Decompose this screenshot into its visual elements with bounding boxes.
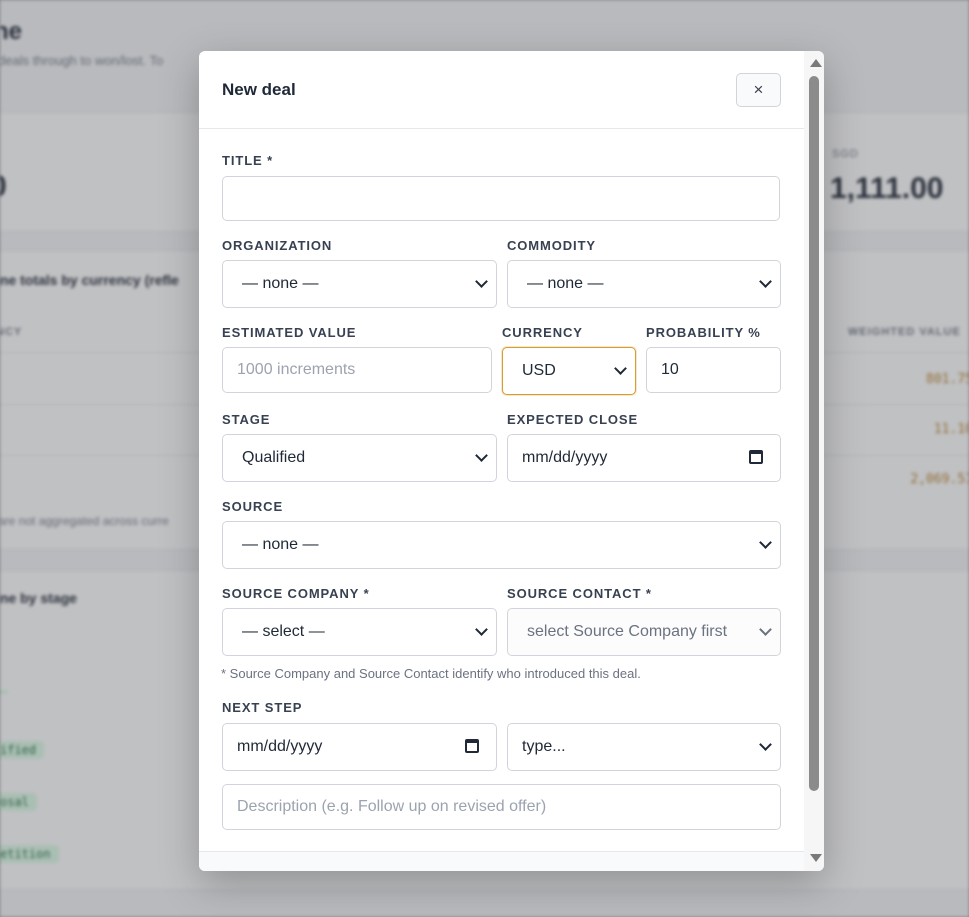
chevron-down-icon — [759, 623, 772, 636]
commodity-label: COMMODITY — [507, 238, 596, 253]
next-step-type-select[interactable]: type... — [507, 723, 781, 771]
next-step-date-input[interactable]: mm/dd/yyyy — [222, 723, 497, 771]
organization-label: ORGANIZATION — [222, 238, 333, 253]
title-label: TITLE * — [222, 153, 274, 168]
source-company-label: SOURCE COMPANY * — [222, 586, 370, 601]
calendar-icon[interactable] — [465, 739, 479, 753]
chevron-down-icon — [759, 275, 772, 288]
estimated-value-input[interactable]: 1000 increments — [222, 347, 492, 393]
expected-close-input[interactable]: mm/dd/yyyy — [507, 434, 781, 482]
currency-select-value: USD — [522, 362, 556, 379]
source-contact-select-value: select Source Company first — [527, 623, 728, 640]
source-hint: * Source Company and Source Contact iden… — [221, 666, 641, 681]
next-step-label: NEXT STEP — [222, 700, 303, 715]
source-select-value: — none — — [242, 536, 319, 553]
modal-footer-edge — [199, 851, 804, 871]
modal-scrollbar[interactable] — [804, 51, 824, 871]
expected-close-placeholder: mm/dd/yyyy — [522, 449, 608, 466]
estimated-value-label: ESTIMATED VALUE — [222, 325, 357, 340]
source-contact-select[interactable]: select Source Company first — [507, 608, 781, 656]
currency-select[interactable]: USD — [502, 347, 636, 395]
commodity-select[interactable]: — none — — [507, 260, 781, 308]
new-deal-modal: New deal × TITLE * ORGANIZATION — none —… — [199, 51, 824, 871]
next-step-date-placeholder: mm/dd/yyyy — [237, 738, 323, 755]
calendar-icon[interactable] — [749, 450, 763, 464]
chevron-down-icon — [475, 449, 488, 462]
title-input[interactable] — [222, 176, 780, 221]
modal-header: New deal × — [199, 51, 804, 129]
currency-label: CURRENCY — [502, 325, 583, 340]
expected-close-label: EXPECTED CLOSE — [507, 412, 639, 427]
modal-title: New deal — [222, 80, 296, 99]
source-company-select[interactable]: — select — — [222, 608, 497, 656]
source-label: SOURCE — [222, 499, 284, 514]
organization-select[interactable]: — none — — [222, 260, 497, 308]
chevron-down-icon — [759, 536, 772, 549]
next-step-description-input[interactable]: Description (e.g. Follow up on revised o… — [222, 784, 781, 830]
organization-select-value: — none — — [242, 275, 319, 292]
source-company-select-value: — select — — [242, 623, 325, 640]
chevron-down-icon — [759, 738, 772, 751]
probability-input-value: 10 — [661, 361, 679, 378]
estimated-value-placeholder: 1000 increments — [237, 361, 356, 378]
chevron-down-icon — [475, 623, 488, 636]
chevron-down-icon — [614, 362, 627, 375]
scrollbar-thumb[interactable] — [809, 76, 819, 791]
next-step-description-placeholder: Description (e.g. Follow up on revised o… — [237, 798, 547, 815]
source-select[interactable]: — none — — [222, 521, 781, 569]
scroll-up-arrow-icon[interactable] — [810, 59, 822, 67]
scroll-down-arrow-icon[interactable] — [810, 854, 822, 862]
stage-select-value: Qualified — [242, 449, 306, 466]
stage-select[interactable]: Qualified — [222, 434, 497, 482]
source-contact-label: SOURCE CONTACT * — [507, 586, 652, 601]
probability-label: PROBABILITY % — [646, 325, 761, 340]
next-step-type-value: type... — [522, 738, 566, 755]
chevron-down-icon — [475, 275, 488, 288]
close-button[interactable]: × — [736, 73, 781, 107]
stage-label: STAGE — [222, 412, 271, 427]
close-icon: × — [753, 80, 764, 99]
probability-input[interactable]: 10 — [646, 347, 781, 393]
commodity-select-value: — none — — [527, 275, 604, 292]
